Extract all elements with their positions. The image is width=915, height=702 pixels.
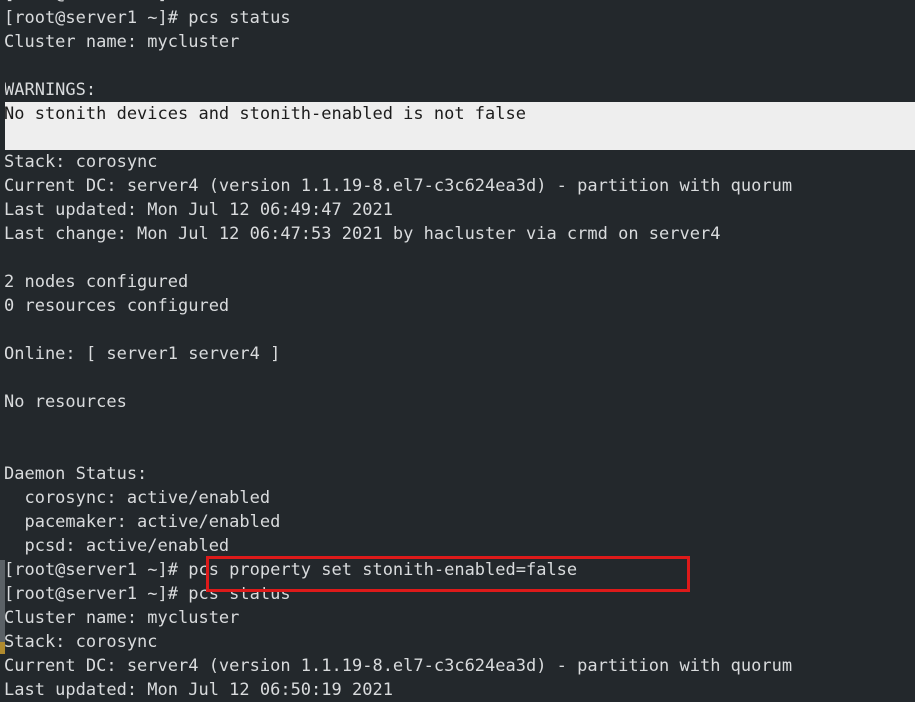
terminal-line: [root@server1 ~]# pcs property set stoni… — [4, 560, 578, 580]
terminal-screen[interactable]: [root@server1 ~]#[root@server1 ~]# pcs s… — [0, 0, 915, 702]
terminal-line: pcsd: active/enabled — [4, 536, 230, 556]
terminal-line: Current DC: server4 (version 1.1.19-8.el… — [4, 176, 793, 196]
terminal-line: corosync: active/enabled — [4, 488, 271, 508]
terminal-line: Last updated: Mon Jul 12 06:49:47 2021 — [4, 200, 393, 220]
terminal-line: WARNINGS: — [4, 80, 97, 100]
terminal-line: Current DC: server4 (version 1.1.19-8.el… — [4, 656, 793, 676]
terminal-line: Stack: corosync — [4, 632, 158, 652]
terminal-line: 0 resources configured — [4, 296, 230, 316]
terminal-line: Daemon Status: — [4, 464, 148, 484]
terminal-line: No resources — [4, 392, 127, 412]
terminal-line: [root@server1 ~]# pcs status — [4, 8, 291, 28]
terminal-line: Last change: Mon Jul 12 06:47:53 2021 by… — [4, 224, 721, 244]
terminal-line: 2 nodes configured — [4, 272, 189, 292]
terminal-line: pacemaker: active/enabled — [4, 512, 281, 532]
terminal-line: Cluster name: mycluster — [4, 608, 240, 628]
terminal-line: No stonith devices and stonith-enabled i… — [0, 102, 915, 126]
scrollbar-search-marker — [0, 642, 5, 654]
terminal-line — [0, 126, 915, 150]
terminal-line: Cluster name: mycluster — [4, 32, 240, 52]
terminal-line: Last updated: Mon Jul 12 06:50:19 2021 — [4, 680, 393, 700]
terminal-line: [root@server1 ~]# pcs status — [4, 584, 291, 604]
terminal-window[interactable]: [root@server1 ~]#[root@server1 ~]# pcs s… — [0, 0, 915, 702]
terminal-line: Stack: corosync — [4, 152, 158, 172]
scrollbar-thumb[interactable] — [0, 560, 5, 652]
terminal-line: Online: [ server1 server4 ] — [4, 344, 281, 364]
